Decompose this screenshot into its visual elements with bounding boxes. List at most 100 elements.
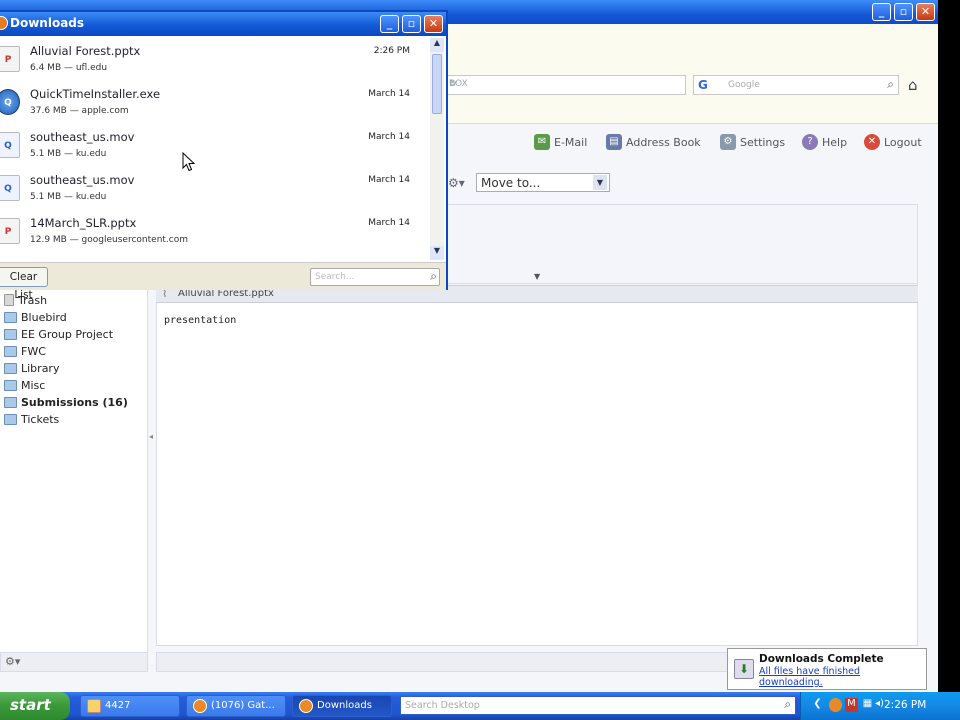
scroll-down-icon[interactable]: ▼ — [430, 246, 444, 260]
mail-toolbar: ✉ E-Mail ▤ Address Book ⚙ Settings ? Hel… — [440, 128, 938, 156]
folder-footer: ⚙▾ — [0, 652, 148, 672]
folder-library[interactable]: Library — [4, 360, 59, 376]
email-button[interactable]: ✉ E-Mail — [534, 132, 587, 152]
taskbar: start 4427 (1076) Gat... Downloads Searc… — [0, 692, 960, 720]
folder-settings-gear-icon[interactable]: ⚙▾ — [5, 655, 20, 668]
downloads-maximize-button[interactable]: ▫ — [402, 15, 421, 33]
url-bar[interactable]: BOX ☆ ↻ — [446, 75, 686, 95]
folder-icon — [4, 311, 17, 323]
clock: 2:26 PM — [884, 699, 927, 711]
settings-button[interactable]: ⚙ Settings — [720, 132, 785, 152]
notification-link[interactable]: All files have finished downloading. — [759, 666, 926, 688]
movie-file-icon: Q — [0, 175, 20, 201]
download-meta: 5.1 MB — ku.edu — [30, 149, 107, 159]
download-name: QuickTimeInstaller.exe — [30, 87, 161, 101]
help-label: Help — [822, 135, 848, 149]
maximize-button[interactable]: ▫ — [894, 3, 913, 21]
logout-label: Logout — [884, 135, 922, 149]
address-book-icon: ▤ — [606, 134, 622, 150]
download-date: 2:26 PM — [373, 46, 410, 56]
search-engine-box[interactable]: G Google ⌕ — [693, 75, 899, 95]
help-icon: ? — [802, 134, 818, 150]
task-folder-4427[interactable]: 4427 — [80, 695, 180, 717]
downloads-window: Downloads _ ▫ ✕ P Alluvial Forest.pptx 6… — [0, 10, 448, 301]
close-button[interactable]: ✕ — [916, 3, 935, 21]
search-icon[interactable]: ⌕ — [430, 269, 437, 284]
address-book-button[interactable]: ▤ Address Book — [606, 132, 701, 152]
logout-button[interactable]: ✕ Logout — [864, 132, 922, 152]
downloads-complete-notification[interactable]: ⬇ Downloads Complete All files have fini… — [727, 648, 927, 690]
desktop-search-input[interactable]: Search Desktop ⌕ — [400, 696, 796, 715]
reload-icon[interactable]: ↻ — [449, 79, 681, 89]
download-item[interactable]: P 14March_SLR.pptx 12.9 MB — googleuserc… — [0, 210, 430, 252]
move-to-select[interactable]: Move to... ▼ — [476, 173, 610, 192]
email-icon: ✉ — [534, 134, 550, 150]
folder-misc[interactable]: Misc — [4, 377, 45, 393]
downloads-minimize-button[interactable]: _ — [380, 15, 399, 33]
help-button[interactable]: ? Help — [802, 132, 847, 152]
folder-icon — [4, 396, 17, 408]
task-label: Downloads — [317, 700, 372, 711]
minimize-button[interactable]: _ — [872, 3, 891, 21]
download-name: southeast_us.mov — [30, 173, 135, 187]
task-label: (1076) Gat... — [211, 700, 275, 711]
folder-icon — [4, 362, 17, 374]
message-body: presentation — [156, 303, 918, 646]
collapse-arrow-icon[interactable]: ◂ — [149, 432, 153, 441]
folder-label: Bluebird — [21, 310, 67, 324]
search-icon[interactable]: ⌕ — [887, 77, 894, 92]
firefox-icon — [193, 699, 207, 713]
task-label: 4427 — [105, 700, 131, 711]
downloads-search-input[interactable]: Search... ⌕ — [310, 268, 440, 286]
scroll-up-icon[interactable]: ▲ — [430, 38, 444, 52]
start-button[interactable]: start — [0, 692, 70, 720]
sort-arrow-icon[interactable]: ▼ — [534, 272, 540, 281]
actions-gear-icon[interactable]: ⚙▾ — [448, 176, 465, 190]
quicktime-icon: Q — [0, 89, 20, 115]
folder-label: EE Group Project — [21, 327, 114, 341]
pptx-file-icon: P — [0, 46, 20, 72]
address-book-label: Address Book — [626, 135, 701, 149]
google-search-placeholder: Google — [728, 80, 760, 90]
folder-fwc[interactable]: FWC — [4, 343, 46, 359]
downloads-scrollbar[interactable]: ▲ ▼ — [430, 38, 444, 260]
home-icon[interactable]: ⌂ — [908, 76, 918, 94]
clear-list-button[interactable]: Clear List — [0, 267, 48, 301]
download-item[interactable]: P Alluvial Forest.pptx 6.4 MB — ufl.edu … — [0, 38, 430, 80]
folder-label: Tickets — [21, 412, 60, 426]
message-text: presentation — [164, 315, 237, 326]
downloads-close-button[interactable]: ✕ — [424, 15, 443, 33]
settings-label: Settings — [740, 135, 786, 149]
folder-tickets[interactable]: Tickets — [4, 411, 59, 427]
scroll-thumb[interactable] — [432, 54, 442, 114]
tray-app-icon[interactable] — [829, 698, 842, 712]
folder-ee-group-project[interactable]: EE Group Project — [4, 326, 113, 342]
screen-edge — [938, 0, 960, 692]
antivirus-icon[interactable]: M — [845, 698, 858, 712]
search-icon[interactable]: ⌕ — [784, 697, 791, 712]
folder-label: Library — [21, 361, 60, 375]
download-item[interactable]: Q southeast_us.mov 5.1 MB — ku.edu March… — [0, 124, 430, 166]
download-date: March 14 — [368, 89, 410, 99]
download-item[interactable]: Q QuickTimeInstaller.exe 37.6 MB — apple… — [0, 81, 430, 123]
system-tray: ❮ M ▦ ◂) — [800, 692, 960, 720]
download-meta: 6.4 MB — ufl.edu — [30, 63, 108, 73]
settings-icon: ⚙ — [720, 134, 736, 150]
downloads-titlebar[interactable]: Downloads _ ▫ ✕ — [0, 12, 446, 36]
task-downloads[interactable]: Downloads — [292, 695, 392, 717]
download-item[interactable]: Q southeast_us.mov 5.1 MB — ku.edu March… — [0, 167, 430, 209]
download-date: March 14 — [368, 218, 410, 228]
folder-label: Misc — [21, 378, 46, 392]
download-date: March 14 — [368, 132, 410, 142]
folder-submissions[interactable]: Submissions (16) — [4, 394, 128, 410]
tray-expand-icon[interactable]: ❮ — [811, 698, 824, 712]
firefox-icon — [0, 16, 8, 30]
task-firefox-gat[interactable]: (1076) Gat... — [186, 695, 286, 717]
download-meta: 5.1 MB — ku.edu — [30, 192, 107, 202]
move-to-value: Move to... — [481, 176, 541, 190]
folder-bluebird[interactable]: Bluebird — [4, 309, 67, 325]
pane-splitter[interactable]: ◂ — [149, 290, 155, 652]
download-meta: 12.9 MB — googleusercontent.com — [30, 235, 189, 245]
downloads-title: Downloads — [10, 16, 85, 30]
logout-icon: ✕ — [864, 134, 880, 150]
